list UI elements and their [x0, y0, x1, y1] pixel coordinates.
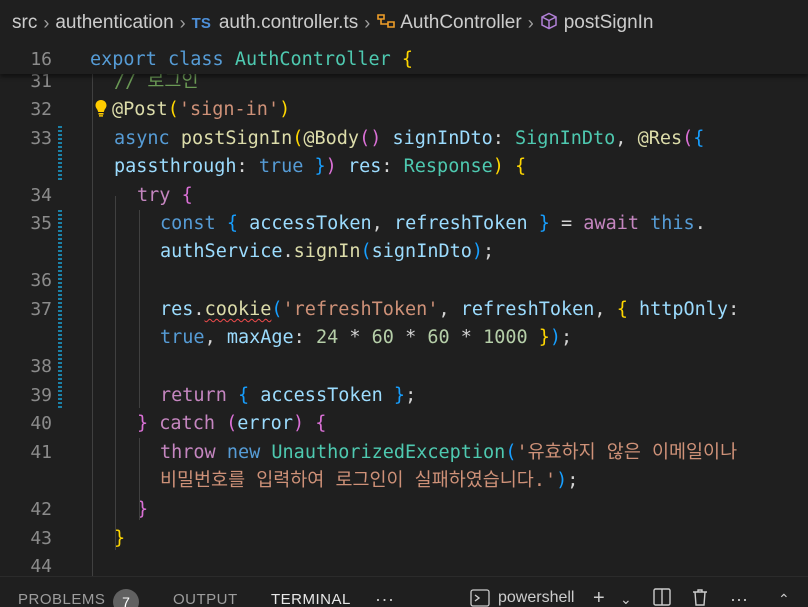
sticky-scroll-line[interactable]: 16 export class AuthController { [0, 46, 808, 74]
typescript-file-icon: TS [191, 14, 211, 32]
line-number: 16 [30, 49, 52, 70]
chevron-right-icon: › [179, 12, 186, 33]
terminal-icon [470, 589, 490, 607]
tab-terminal[interactable]: TERMINAL [271, 591, 351, 607]
line-number: 35 [30, 213, 52, 234]
terminal-selector[interactable]: powershell [470, 589, 574, 607]
chevron-right-icon: › [43, 12, 50, 33]
code-line-36[interactable]: 36 [0, 267, 808, 295]
code-line-37[interactable]: 37 res.cookie('refreshToken', refreshTok… [0, 296, 808, 353]
code-line-35[interactable]: 35 const { accessToken, refreshToken } =… [0, 210, 808, 267]
code-line-32[interactable]: 32 @Post('sign-in') [0, 96, 808, 124]
code-line-42[interactable]: 42 } [0, 496, 808, 524]
line-number: 36 [30, 270, 52, 291]
breadcrumb-item-file[interactable]: auth.controller.ts [219, 12, 358, 34]
line-number: 32 [30, 99, 52, 120]
line-number: 33 [30, 128, 52, 149]
code-line-38[interactable]: 38 [0, 353, 808, 381]
code-editor[interactable]: 16 export class AuthController { 31 // 로… [0, 46, 808, 576]
chevron-up-icon[interactable]: ⌃ [778, 591, 790, 607]
line-number: 43 [30, 528, 52, 549]
terminal-name: powershell [498, 589, 575, 606]
chevron-right-icon: › [364, 12, 371, 33]
throw-statement: throw new UnauthorizedException('유효하지 않은… [160, 442, 738, 491]
more-tabs-icon[interactable]: ··· [375, 589, 394, 607]
line-number: 41 [30, 442, 52, 463]
breadcrumb-item-class[interactable]: AuthController [400, 12, 521, 34]
breadcrumb: src › authentication › TS auth.controlle… [0, 0, 808, 46]
indent-guide [139, 438, 140, 520]
modified-lines-indicator[interactable] [58, 210, 62, 408]
class-symbol-icon [376, 12, 396, 35]
problems-count-badge: 7 [113, 589, 139, 607]
breadcrumb-item-src[interactable]: src [12, 12, 37, 34]
code-line-43[interactable]: 43 } [0, 525, 808, 553]
code-line-16: export class AuthController { [90, 49, 414, 70]
code-line-39[interactable]: 39 return { accessToken }; [0, 382, 808, 410]
try-statement: try { [137, 185, 193, 206]
indent-guide [115, 196, 116, 550]
line-number: 38 [30, 356, 52, 377]
chevron-right-icon: › [527, 12, 534, 33]
const-statement: const { accessToken, refreshToken } = aw… [160, 213, 706, 262]
tab-problems[interactable]: PROBLEMS [18, 591, 105, 607]
catch-statement: } catch (error) { [137, 413, 327, 434]
return-statement: return { accessToken }; [160, 385, 417, 406]
code-line-40[interactable]: 40 } catch (error) { [0, 410, 808, 438]
method-signature: async postSignIn(@Body() signInDto: Sign… [114, 128, 705, 177]
modified-lines-indicator[interactable] [58, 126, 62, 182]
code-line-33[interactable]: 33 async postSignIn(@Body() signInDto: S… [0, 125, 808, 182]
code-line-34[interactable]: 34 try { [0, 182, 808, 210]
chevron-down-icon[interactable]: ⌄ [620, 591, 632, 607]
line-number: 40 [30, 413, 52, 434]
breadcrumb-item-authentication[interactable]: authentication [55, 12, 173, 34]
code-line-44[interactable]: 44 [0, 553, 808, 576]
more-icon[interactable]: ··· [730, 589, 748, 607]
trash-icon[interactable] [690, 587, 710, 607]
bottom-panel: PROBLEMS 7 OUTPUT TERMINAL ··· powershel… [0, 576, 808, 607]
line-number: 37 [30, 299, 52, 320]
split-icon[interactable] [652, 587, 672, 607]
lightbulb-icon[interactable] [94, 99, 108, 117]
indent-guide [139, 210, 140, 408]
tab-output[interactable]: OUTPUT [173, 591, 238, 607]
code-line-41[interactable]: 41 throw new UnauthorizedException('유효하지… [0, 439, 808, 496]
line-number: 39 [30, 385, 52, 406]
breadcrumb-item-method[interactable]: postSignIn [564, 12, 654, 34]
line-number: 42 [30, 499, 52, 520]
cookie-statement: res.cookie('refreshToken', refreshToken,… [160, 299, 740, 348]
method-symbol-icon [540, 12, 558, 35]
line-number: 34 [30, 185, 52, 206]
line-number: 44 [30, 556, 52, 576]
indent-guide [92, 74, 93, 576]
plus-icon[interactable]: + [593, 587, 605, 607]
decorator: @Post('sign-in') [112, 99, 291, 120]
